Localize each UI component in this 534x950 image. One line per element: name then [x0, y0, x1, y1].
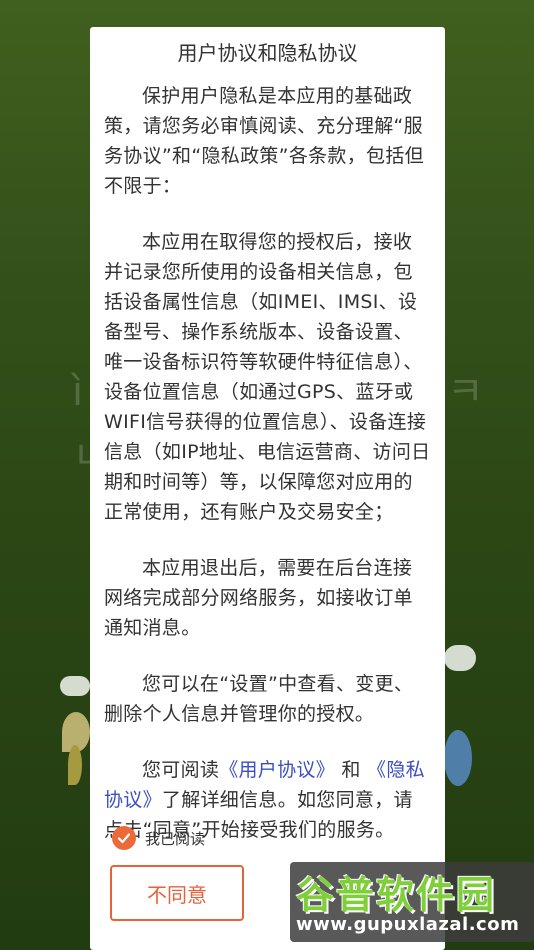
- background-glyph: ì: [72, 369, 84, 415]
- background-network-paragraph: 本应用退出后，需要在后台连接网络完成部分网络服务，如接收订单通知消息。: [104, 557, 413, 639]
- disagree-button[interactable]: 不同意: [110, 865, 244, 921]
- site-watermark: 谷普软件园 www.gupuxlazal.com: [290, 862, 534, 942]
- checkmark-icon: [112, 826, 136, 850]
- dialog-content[interactable]: 保护用户隐私是本应用的基础政策，请您务必审慎阅读、充分理解“服务协议”和“隐私政…: [104, 81, 431, 867]
- and-text: 和: [341, 759, 361, 781]
- background-plant: [68, 745, 82, 785]
- watermark-url: www.gupuxlazal.com: [296, 914, 520, 935]
- background-plant: [444, 730, 472, 786]
- background-cloud: [444, 645, 476, 671]
- settings-paragraph: 您可以在“设置”中查看、变更、删除个人信息并管理你的授权。: [104, 673, 414, 725]
- background-glyph: ㅋ: [447, 369, 484, 415]
- agree-checkbox[interactable]: 我已阅读: [112, 824, 205, 852]
- watermark-title: 谷普软件园: [296, 873, 497, 917]
- user-agreement-link[interactable]: 《用户协议》: [219, 759, 335, 781]
- privacy-intro-paragraph: 保护用户隐私是本应用的基础政策，请您务必审慎阅读、充分理解“服务协议”和“隐私政…: [104, 85, 424, 197]
- read-prefix-text: 您可阅读: [142, 759, 220, 781]
- user-agreement-dialog: 用户协议和隐私协议 保护用户隐私是本应用的基础政策，请您务必审慎阅读、充分理解“…: [90, 27, 445, 950]
- agree-checkbox-label: 我已阅读: [145, 829, 206, 848]
- device-info-paragraph: 本应用在取得您的授权后，接收并记录您所使用的设备相关信息，包括设备属性信息（如I…: [104, 231, 431, 523]
- background-cloud: [60, 676, 90, 696]
- dialog-title: 用户协议和隐私协议: [177, 41, 358, 65]
